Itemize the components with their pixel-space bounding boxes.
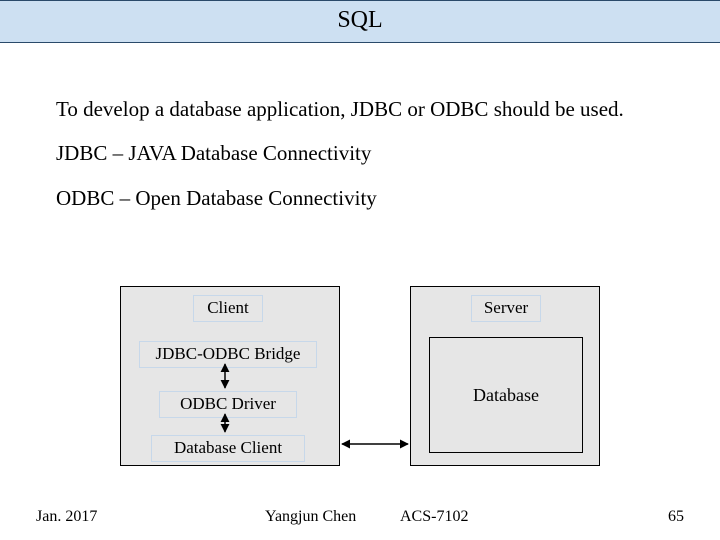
- body-paragraph-intro: To develop a database application, JDBC …: [56, 96, 666, 122]
- slide: SQL To develop a database application, J…: [0, 0, 720, 540]
- footer-author: Yangjun Chen: [265, 508, 356, 526]
- database-box: Database: [429, 337, 583, 453]
- body-text: To develop a database application, JDBC …: [56, 96, 666, 229]
- footer-course: ACS-7102: [400, 508, 468, 526]
- architecture-diagram: Client JDBC-ODBC Bridge ODBC Driver Data…: [120, 286, 600, 466]
- jdbc-odbc-bridge-box: JDBC-ODBC Bridge: [139, 341, 317, 368]
- server-panel: Server Database: [410, 286, 600, 466]
- footer-date: Jan. 2017: [36, 508, 97, 526]
- client-panel: Client JDBC-ODBC Bridge ODBC Driver Data…: [120, 286, 340, 466]
- server-label-box: Server: [471, 295, 541, 322]
- odbc-driver-box: ODBC Driver: [159, 391, 297, 418]
- database-client-box: Database Client: [151, 435, 305, 462]
- footer-page-number: 65: [668, 508, 684, 526]
- body-paragraph-odbc: ODBC – Open Database Connectivity: [56, 185, 666, 211]
- slide-title: SQL: [0, 0, 720, 43]
- client-label-box: Client: [193, 295, 263, 322]
- body-paragraph-jdbc: JDBC – JAVA Database Connectivity: [56, 140, 666, 166]
